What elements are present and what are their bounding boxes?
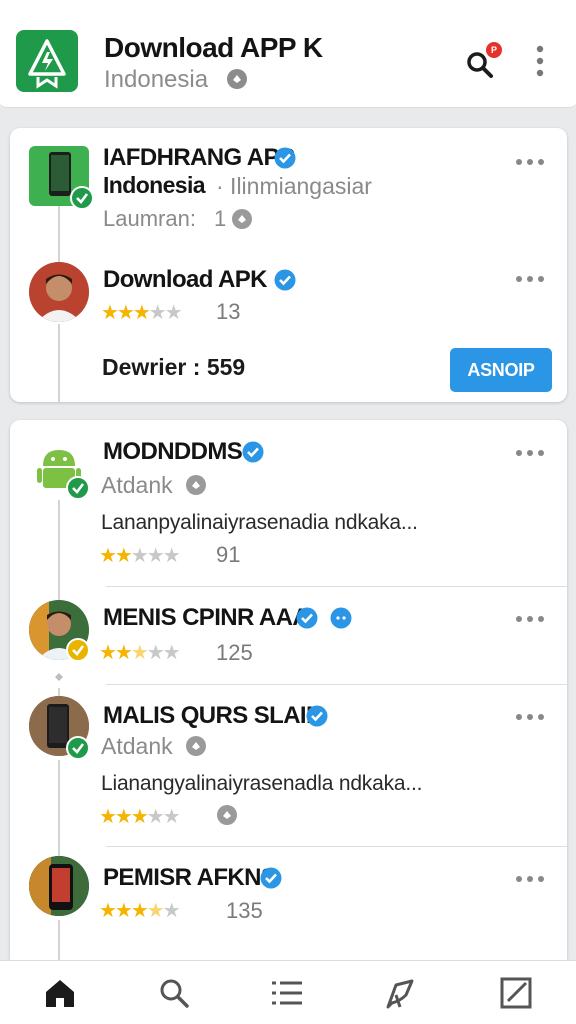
featured-card: IAFDHRANG APP Indonesia · Ilinmiangasiar…	[10, 128, 567, 402]
rating-count: 135	[226, 898, 263, 923]
app-avatar[interactable]	[29, 856, 89, 916]
more-options-icon[interactable]	[515, 270, 545, 282]
home-icon[interactable]	[42, 975, 78, 1011]
rating-stars: ★★★★★	[99, 806, 181, 828]
feed-item-title[interactable]: PEMISR AFKNS	[103, 864, 277, 892]
verified-check-icon	[66, 476, 90, 500]
verified-check-icon	[66, 638, 90, 662]
verified-badge-icon	[296, 607, 318, 629]
more-options-icon[interactable]	[515, 444, 545, 456]
feed-item-title[interactable]: MALIS QURS SLAIN	[103, 702, 323, 730]
rating-stars: ★★★★★	[99, 900, 181, 922]
verified-check-icon	[66, 736, 90, 760]
globe-icon	[232, 209, 252, 229]
globe-icon	[217, 805, 237, 825]
chat-bubble-icon[interactable]	[330, 607, 352, 629]
timeline-line	[58, 920, 60, 960]
more-options-icon[interactable]	[515, 153, 545, 165]
feed-item-source: Atdank	[101, 472, 173, 498]
launch-label: Laumran:	[103, 206, 196, 231]
feed-item-text: Lananpyalinaiyrasenadia ndkaka...	[101, 511, 418, 534]
more-vert-icon[interactable]	[530, 44, 550, 78]
app-logo-icon[interactable]	[16, 30, 78, 92]
timeline-line	[58, 760, 60, 856]
rating-stars: ★★★★★	[101, 302, 183, 324]
notification-badge[interactable]: P	[486, 42, 502, 58]
app-header: Download APP K Indonesia P	[0, 0, 576, 108]
timeline-line	[58, 324, 60, 402]
featured-app-name[interactable]: IAFDHRANG APP	[103, 144, 295, 172]
review-title[interactable]: Download APK	[103, 266, 268, 294]
divider	[106, 846, 567, 847]
edit-icon[interactable]	[498, 975, 534, 1011]
divider	[106, 684, 567, 685]
timeline-dot-icon	[55, 673, 63, 681]
share-icon[interactable]	[382, 975, 418, 1011]
feed-item-source: Atdank	[101, 733, 173, 759]
more-options-icon[interactable]	[515, 708, 545, 720]
timeline-line	[58, 206, 60, 266]
downloads-count: Dewrier : 559	[102, 354, 246, 380]
verified-badge-icon	[274, 269, 296, 291]
feed-item-title[interactable]: MENIS CPINR AAA	[103, 604, 310, 632]
header-subtitle: Indonesia	[104, 66, 209, 93]
globe-icon	[186, 475, 206, 495]
bottom-nav	[0, 960, 576, 1024]
verified-badge-icon	[242, 441, 264, 463]
feed-item-title[interactable]: MODNDDMS	[103, 438, 243, 466]
install-button[interactable]: ASNOIP	[450, 348, 552, 392]
reviewer-avatar[interactable]	[29, 262, 89, 322]
divider	[106, 586, 567, 587]
rating-count: 13	[216, 299, 241, 324]
list-icon[interactable]	[269, 975, 305, 1011]
rating-stars: ★★★★★	[99, 642, 181, 664]
verified-badge-icon	[306, 705, 328, 727]
featured-app-category: · Ilinmiangasiar	[216, 173, 372, 199]
globe-icon	[186, 736, 206, 756]
more-options-icon[interactable]	[515, 870, 545, 882]
rating-count: 91	[216, 542, 241, 567]
featured-app-region: Indonesia	[103, 172, 206, 198]
globe-icon	[227, 69, 247, 89]
more-options-icon[interactable]	[515, 610, 545, 622]
verified-badge-icon	[274, 147, 296, 169]
timeline-line	[58, 500, 60, 600]
feed-item-text: Lianangyalinaiyrasenadla ndkaka...	[101, 772, 423, 795]
header-title: Download APP K	[104, 32, 323, 63]
verified-badge-icon	[260, 867, 282, 889]
feed-card: MODNDDMS Atdank Lananpyalinaiyrasenadia …	[10, 420, 567, 960]
search-icon[interactable]	[156, 975, 192, 1011]
verified-check-icon	[70, 186, 94, 210]
launch-value: 1	[214, 206, 227, 231]
rating-stars: ★★★★★	[99, 545, 181, 567]
rating-count: 125	[216, 640, 253, 665]
